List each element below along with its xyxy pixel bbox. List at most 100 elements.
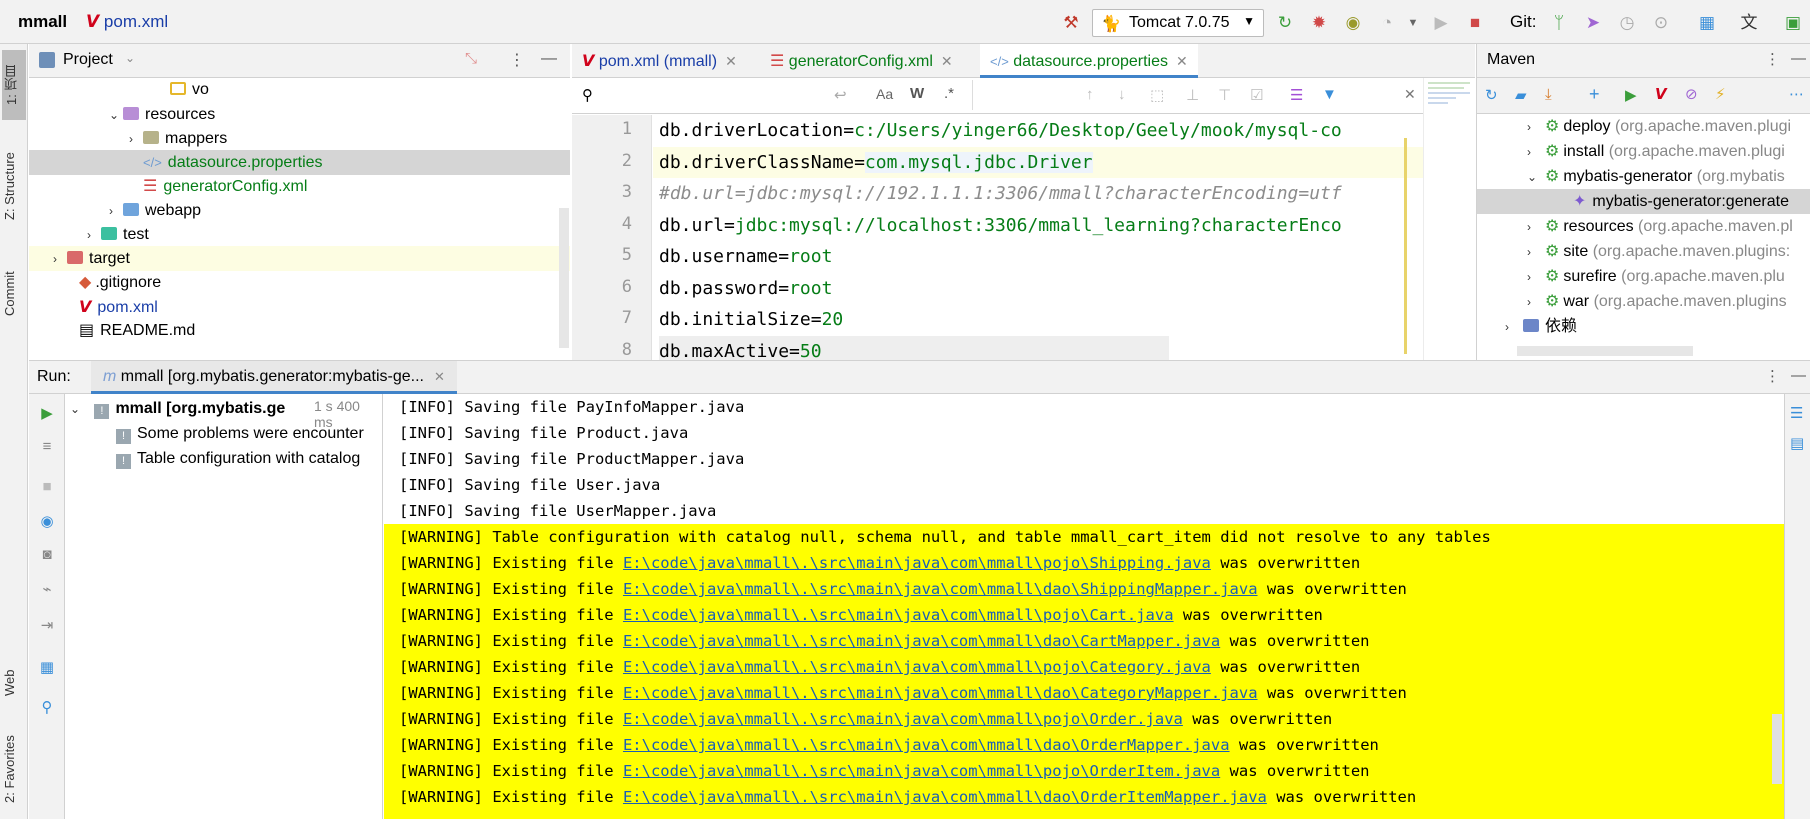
maven-node-site[interactable]: › ⚙ site (org.apache.maven.plugins: xyxy=(1527,239,1790,264)
select-all-icon[interactable]: ⬚ xyxy=(1150,86,1164,104)
error-stripe[interactable] xyxy=(1404,78,1475,360)
git-history-icon[interactable]: ◷ xyxy=(1616,12,1638,34)
arrow-up-icon[interactable]: ↑ xyxy=(1086,86,1094,103)
download-icon[interactable]: ⤓ xyxy=(1545,86,1552,103)
close-icon[interactable]: ✕ xyxy=(1176,53,1188,69)
soft-wrap-icon[interactable]: ☰ xyxy=(1790,404,1803,422)
chevron-down-icon[interactable]: ⌄ xyxy=(109,103,123,128)
maven-node-install[interactable]: › ⚙ install (org.apache.maven.plugi xyxy=(1527,139,1785,164)
scrollbar[interactable] xyxy=(559,208,569,348)
maven-node-dependencies[interactable]: › 依赖 xyxy=(1505,314,1577,339)
maven-node-mybatis-generator[interactable]: ⌄ ⚙ mybatis-generator (org.mybatis xyxy=(1527,164,1785,189)
chevron-right-icon[interactable]: › xyxy=(1527,140,1541,165)
hide-icon[interactable]: — xyxy=(1791,50,1806,67)
tree-item-resources[interactable]: ⌄ resources xyxy=(109,102,569,127)
add-project-icon[interactable]: ▰ xyxy=(1515,86,1527,104)
maven-goal-icon[interactable]: V xyxy=(1655,85,1667,103)
tab-commit[interactable]: Commit xyxy=(2,254,26,334)
tree-item-webapp[interactable]: › webapp xyxy=(109,198,569,223)
maven-node-deploy[interactable]: › ⚙ deploy (org.apache.maven.plugi xyxy=(1527,114,1791,139)
stop-icon[interactable]: ■ xyxy=(38,478,56,496)
tab-datasource-properties[interactable]: </> datasource.properties ✕ xyxy=(980,44,1198,78)
project-panel-title[interactable]: Project xyxy=(63,51,113,69)
profile-dropdown-icon[interactable]: ▼ xyxy=(1402,12,1424,34)
tree-item-test[interactable]: › test xyxy=(87,222,567,247)
exit-icon[interactable]: ⇥ xyxy=(38,616,56,634)
file-link[interactable]: E:\code\java\mmall\.\src\main\java\com\m… xyxy=(623,632,1220,650)
file-link[interactable]: E:\code\java\mmall\.\src\main\java\com\m… xyxy=(623,736,1230,754)
rerun-icon[interactable]: ▶ xyxy=(38,404,56,422)
project-name[interactable]: mmall xyxy=(18,12,67,32)
tab-project[interactable]: 1: 项目 xyxy=(2,50,26,120)
chevron-down-icon[interactable]: ⌄ xyxy=(1527,165,1541,190)
tab-favorites[interactable]: 2: Favorites xyxy=(2,722,26,817)
git-push-icon[interactable]: ➤ xyxy=(1582,12,1604,34)
run-tab[interactable]: m mmall [org.mybatis.generator:mybatis-g… xyxy=(91,361,457,394)
arrow-down-icon[interactable]: ↓ xyxy=(1118,86,1126,103)
console-output[interactable]: [INFO] Saving file PayInfoMapper.java [I… xyxy=(384,394,1784,819)
plus-icon[interactable]: + xyxy=(1589,84,1600,105)
chevron-right-icon[interactable]: › xyxy=(109,199,123,224)
plug-icon[interactable]: ⌁ xyxy=(38,580,56,598)
run-icon[interactable]: ▶ xyxy=(1430,12,1452,34)
pin-icon[interactable]: ⚲ xyxy=(38,698,56,716)
tab-pom-xml[interactable]: V pom.xml (mmall) ✕ xyxy=(572,44,747,78)
maven-node-surefire[interactable]: › ⚙ surefire (org.apache.maven.plu xyxy=(1527,264,1785,289)
chevron-right-icon[interactable]: › xyxy=(1505,315,1519,340)
filter-icon[interactable]: ▼ xyxy=(1322,86,1337,103)
close-icon[interactable]: ✕ xyxy=(434,369,445,384)
git-rollback-icon[interactable]: ⊙ xyxy=(1650,12,1672,34)
hide-icon[interactable]: — xyxy=(541,50,557,68)
remove-occurrence-icon[interactable]: ⊤ xyxy=(1218,86,1231,104)
search-input[interactable] xyxy=(608,84,828,108)
chevron-right-icon[interactable]: › xyxy=(53,247,67,272)
more-options-icon[interactable]: ⋮ xyxy=(1765,367,1780,385)
profile-icon[interactable]: ◔ xyxy=(1376,12,1398,34)
run-config-select[interactable]: 🐈 Tomcat 7.0.75 ▼ xyxy=(1092,9,1264,37)
tree-item-vo[interactable]: vo xyxy=(170,78,570,102)
file-link[interactable]: E:\code\java\mmall\.\src\main\java\com\m… xyxy=(623,554,1211,572)
tab-web[interactable]: Web xyxy=(2,658,26,708)
whole-word-toggle[interactable]: W xyxy=(910,85,924,102)
more-options-icon[interactable]: ⋮ xyxy=(1765,50,1780,68)
add-occurrence-icon[interactable]: ⊥ xyxy=(1186,86,1199,104)
maven-node-resources[interactable]: › ⚙ resources (org.apache.maven.pl xyxy=(1527,214,1793,239)
debug-icon[interactable]: ✹ xyxy=(1308,12,1330,34)
chevron-down-icon[interactable]: ⌄ xyxy=(125,51,135,65)
chevron-down-icon[interactable]: ⌄ xyxy=(70,397,84,422)
tree-item-pom[interactable]: Vpom.xml xyxy=(79,294,559,319)
run-tree-child[interactable]: ! Table configuration with catalog xyxy=(116,446,360,471)
update-icon[interactable]: ↻ xyxy=(1274,12,1296,34)
clear-icon[interactable]: ≡ xyxy=(38,438,56,456)
select-occurrences-icon[interactable]: ☑ xyxy=(1250,86,1263,104)
filter-search-icon[interactable]: ☰ xyxy=(1290,86,1303,104)
maven-node-war[interactable]: › ⚙ war (org.apache.maven.plugins xyxy=(1527,289,1787,314)
search-icon[interactable]: ⚲ xyxy=(582,86,593,104)
file-link[interactable]: E:\code\java\mmall\.\src\main\java\com\m… xyxy=(623,684,1258,702)
coverage-icon[interactable]: ◉ xyxy=(1342,12,1364,34)
collapse-icon[interactable]: ⤡ xyxy=(465,50,477,67)
file-link[interactable]: E:\code\java\mmall\.\src\main\java\com\m… xyxy=(623,762,1220,780)
scroll-to-end-icon[interactable]: ▤ xyxy=(1790,434,1804,452)
git-branch-icon[interactable]: ᛘ xyxy=(1548,12,1570,34)
chevron-right-icon[interactable]: › xyxy=(1527,115,1541,140)
run-maven-icon[interactable]: ▶ xyxy=(1625,86,1637,104)
tree-item-target[interactable]: › target xyxy=(29,246,570,271)
layout-icon[interactable]: ▦ xyxy=(38,658,56,676)
chevron-right-icon[interactable]: › xyxy=(1527,215,1541,240)
more-options-icon[interactable]: ⋮ xyxy=(509,50,525,70)
skip-tests-icon[interactable]: ⚡ xyxy=(1715,85,1726,103)
terminal-icon[interactable]: ▣ xyxy=(1782,12,1804,34)
match-case-toggle[interactable]: Aa xyxy=(876,86,893,102)
tree-item-gitignore[interactable]: ◆ .gitignore xyxy=(79,270,559,295)
scrollbar[interactable] xyxy=(1772,714,1782,784)
file-link[interactable]: E:\code\java\mmall\.\src\main\java\com\m… xyxy=(623,788,1267,806)
view-icon[interactable]: ◉ xyxy=(38,512,56,530)
code-editor[interactable]: db.driverLocation=c:/Users/yinger66/Desk… xyxy=(653,115,1423,360)
tree-item-readme[interactable]: ▤ README.md xyxy=(79,318,559,343)
file-link[interactable]: E:\code\java\mmall\.\src\main\java\com\m… xyxy=(623,580,1258,598)
newline-icon[interactable]: ↩ xyxy=(834,86,847,104)
chevron-right-icon[interactable]: › xyxy=(1527,265,1541,290)
file-link[interactable]: E:\code\java\mmall\.\src\main\java\com\m… xyxy=(623,658,1211,676)
more-icon[interactable]: ⋯ xyxy=(1789,85,1804,103)
